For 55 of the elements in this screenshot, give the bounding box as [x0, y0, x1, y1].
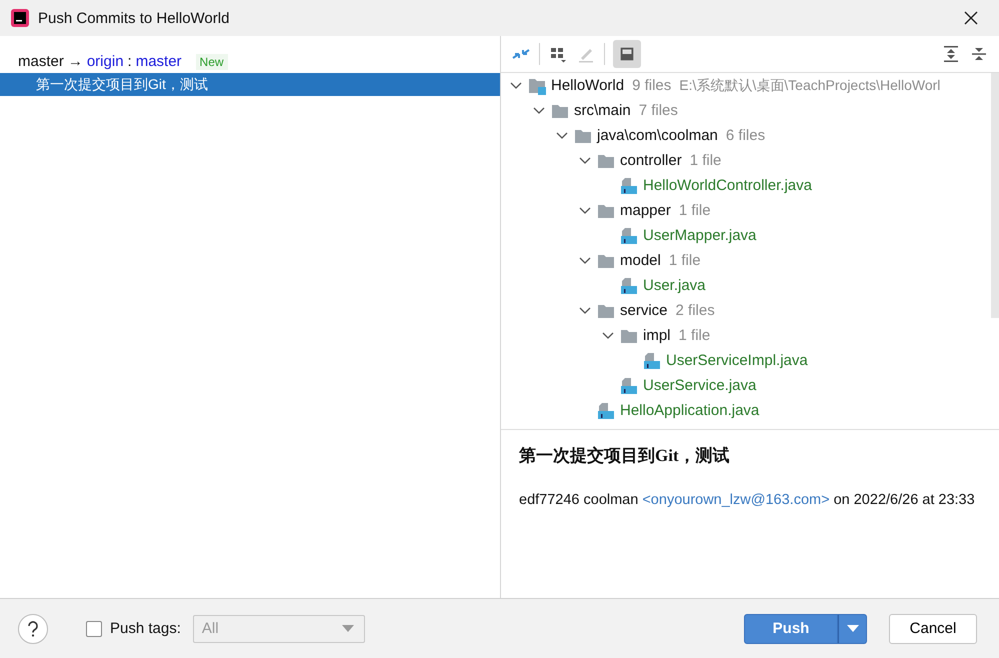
file-name[interactable]: HelloApplication.java [620, 402, 760, 419]
remote-branch[interactable]: master [136, 53, 182, 70]
java-file-icon [597, 402, 615, 420]
new-badge: New [196, 54, 228, 70]
close-icon [964, 11, 978, 25]
java-file-icon [620, 176, 638, 194]
module-folder-icon [528, 76, 546, 94]
folder-path: E:\系统默认\桌面\TeachProjects\HelloWorl [679, 76, 940, 94]
arrow-text: → [68, 53, 83, 70]
folder-name[interactable]: src\main [574, 102, 631, 119]
question-mark-icon [26, 620, 40, 636]
preview-toggle-button[interactable] [613, 40, 641, 68]
file-count: 7 files [638, 102, 678, 119]
java-file-icon [643, 352, 661, 370]
java-file-icon [620, 376, 638, 394]
separator-text: : [128, 53, 132, 70]
scrollbar[interactable] [991, 73, 999, 318]
folder-name[interactable]: model [620, 252, 661, 269]
cancel-button[interactable]: Cancel [889, 614, 977, 644]
file-count: 1 file [690, 152, 722, 169]
folder-name[interactable]: java\com\coolman [597, 127, 718, 144]
window-title: Push Commits to HelloWorld [38, 10, 230, 26]
file-name[interactable]: UserService.java [643, 377, 756, 394]
remote-name[interactable]: origin [86, 53, 124, 70]
push-button[interactable]: Push [744, 614, 838, 644]
dropdown-arrow-icon [342, 624, 354, 632]
file-count: 2 files [676, 302, 715, 319]
commit-row[interactable]: 第一次提交项目到Git，测试 [0, 73, 500, 96]
java-file-icon [620, 276, 638, 294]
local-branch: master [18, 53, 64, 70]
file-count: 1 file [678, 202, 711, 219]
file-name[interactable]: HelloWorldController.java [643, 177, 812, 194]
file-count: 1 file [668, 252, 701, 269]
help-button[interactable] [18, 614, 48, 644]
folder-name[interactable]: controller [620, 152, 682, 169]
file-count: 1 file [678, 327, 710, 344]
push-tags-label: Push tags: [110, 620, 181, 637]
email-link[interactable]: <onyourown_lzw@163.com> [642, 492, 830, 508]
file-count: 6 files [726, 127, 766, 144]
push-options-button[interactable] [838, 614, 867, 644]
preview-panel-icon [618, 45, 636, 63]
app-logo-icon [10, 8, 30, 28]
dropdown-arrow-icon [846, 624, 858, 632]
folder-name[interactable]: mapper [620, 202, 671, 219]
commit-subject: 第一次提交项目到Git，测试 [519, 445, 731, 467]
file-name[interactable]: User.java [643, 277, 706, 294]
file-count: 9 files [632, 77, 672, 94]
commit-info: edf77246 coolman <onyourown_lzw@163.com> on 2022/6/26 at 23:33 [519, 491, 976, 510]
file-name[interactable]: UserServiceImpl.java [666, 352, 808, 369]
expand-all-icon[interactable] [941, 44, 961, 64]
folder-name[interactable]: HelloWorld [551, 77, 624, 94]
folder-name[interactable]: service [620, 302, 668, 319]
java-file-icon [620, 226, 638, 244]
file-name[interactable]: UserMapper.java [643, 227, 756, 244]
folder-name[interactable]: impl [643, 327, 671, 344]
